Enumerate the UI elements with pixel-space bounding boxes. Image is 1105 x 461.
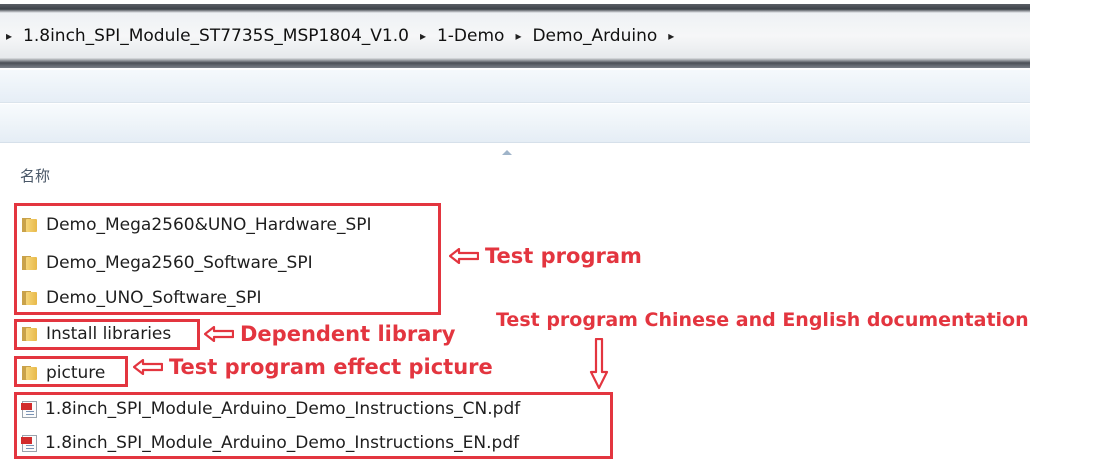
left-arrow-icon bbox=[204, 326, 234, 342]
toolbar bbox=[0, 70, 1030, 103]
annotation-test-program: Test program bbox=[449, 244, 642, 268]
breadcrumb-item[interactable]: Demo_Arduino bbox=[530, 26, 659, 46]
address-bar[interactable]: ▸ 1.8inch_SPI_Module_ST7735S_MSP1804_V1.… bbox=[0, 4, 1030, 68]
documentation-highlight-box bbox=[14, 392, 613, 459]
library-pane-header bbox=[0, 104, 1030, 143]
annotation-documentation: Test program Chinese and English documen… bbox=[496, 309, 1029, 331]
down-arrow-icon bbox=[589, 338, 609, 390]
sort-ascending-icon bbox=[502, 150, 512, 155]
left-arrow-icon bbox=[133, 359, 163, 375]
test-program-highlight-box bbox=[14, 203, 441, 315]
annotation-text: Dependent library bbox=[240, 322, 456, 346]
column-header-name[interactable]: 名称 bbox=[20, 165, 50, 186]
breadcrumb-separator-icon[interactable]: ▸ bbox=[411, 29, 435, 43]
annotation-text: Test program effect picture bbox=[169, 355, 493, 379]
annotation-text: Test program Chinese and English documen… bbox=[496, 309, 1029, 331]
breadcrumb-item[interactable]: 1.8inch_SPI_Module_ST7735S_MSP1804_V1.0 bbox=[21, 26, 411, 46]
breadcrumb: ▸ 1.8inch_SPI_Module_ST7735S_MSP1804_V1.… bbox=[6, 24, 683, 48]
annotation-effect-picture: Test program effect picture bbox=[133, 355, 493, 379]
breadcrumb-separator-icon[interactable]: ▸ bbox=[659, 29, 683, 43]
breadcrumb-item[interactable]: 1-Demo bbox=[435, 26, 506, 46]
library-highlight-box bbox=[14, 319, 200, 350]
annotation-dependent-library: Dependent library bbox=[204, 322, 455, 346]
breadcrumb-separator-icon[interactable]: ▸ bbox=[506, 29, 530, 43]
breadcrumb-separator-icon[interactable]: ▸ bbox=[6, 29, 21, 43]
annotation-text: Test program bbox=[485, 244, 642, 268]
picture-highlight-box bbox=[14, 356, 128, 387]
left-arrow-icon bbox=[449, 248, 479, 264]
